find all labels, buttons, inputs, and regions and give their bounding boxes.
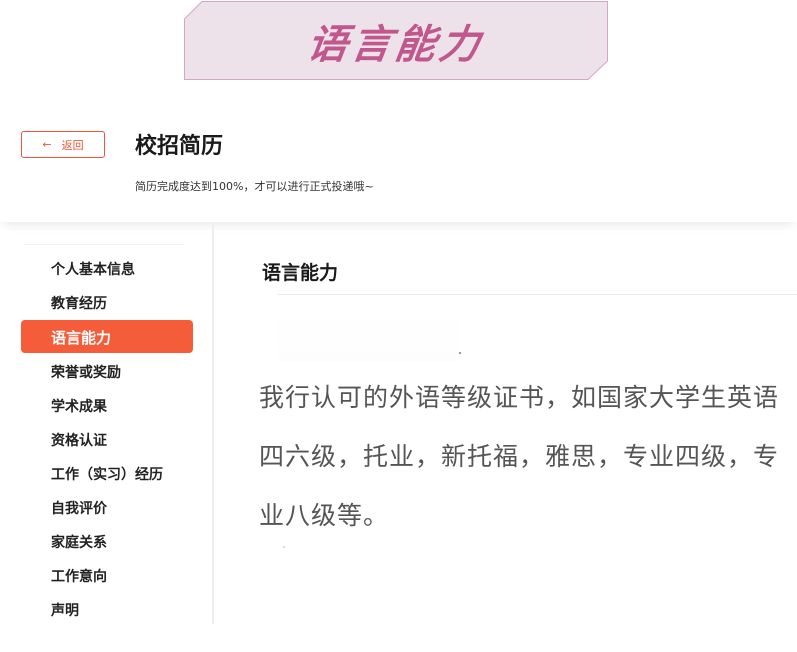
header-card (0, 96, 797, 222)
sidebar-item-label: 语言能力 (51, 329, 112, 347)
sidebar-item-declaration[interactable]: 声明 (51, 600, 79, 620)
sidebar-item-family[interactable]: 家庭关系 (51, 532, 107, 552)
page-subtitle: 简历完成度达到100%，才可以进行正式投递哦~ (135, 180, 374, 193)
sidebar-item-work-experience[interactable]: 工作（实习）经历 (51, 464, 163, 484)
sidebar-top-divider (24, 244, 184, 245)
banner-title: 语言能力 (304, 21, 487, 68)
arrow-left-icon: ← (42, 138, 52, 151)
sidebar-item-honors[interactable]: 荣誉或奖励 (51, 362, 121, 382)
sidebar-item-self-evaluation[interactable]: 自我评价 (51, 498, 107, 518)
sidebar-item-personal-info[interactable]: 个人基本信息 (51, 259, 135, 279)
sidebar-item-academic[interactable]: 学术成果 (51, 396, 107, 416)
content-placeholder (278, 310, 458, 362)
dot-mark (459, 352, 461, 354)
language-description: 我行认可的外语等级证书，如国家大学生英语四六级，托业，新托福，雅思，专业四级，专… (259, 383, 780, 530)
back-button-label: 返回 (61, 138, 84, 152)
page-title: 校招简历 (135, 134, 224, 159)
sidebar-item-language-active[interactable]: 语言能力 (21, 320, 193, 353)
sidebar-divider (212, 224, 214, 624)
dot-mark (283, 546, 285, 548)
section-title: 语言能力 (262, 262, 339, 284)
sidebar-item-education[interactable]: 教育经历 (51, 293, 107, 313)
sidebar-item-job-intention[interactable]: 工作意向 (51, 566, 107, 586)
banner: 语言能力 (184, 1, 608, 80)
back-button[interactable]: ← 返回 (21, 131, 105, 158)
section-divider (278, 294, 797, 295)
sidebar-item-certification[interactable]: 资格认证 (51, 430, 107, 450)
